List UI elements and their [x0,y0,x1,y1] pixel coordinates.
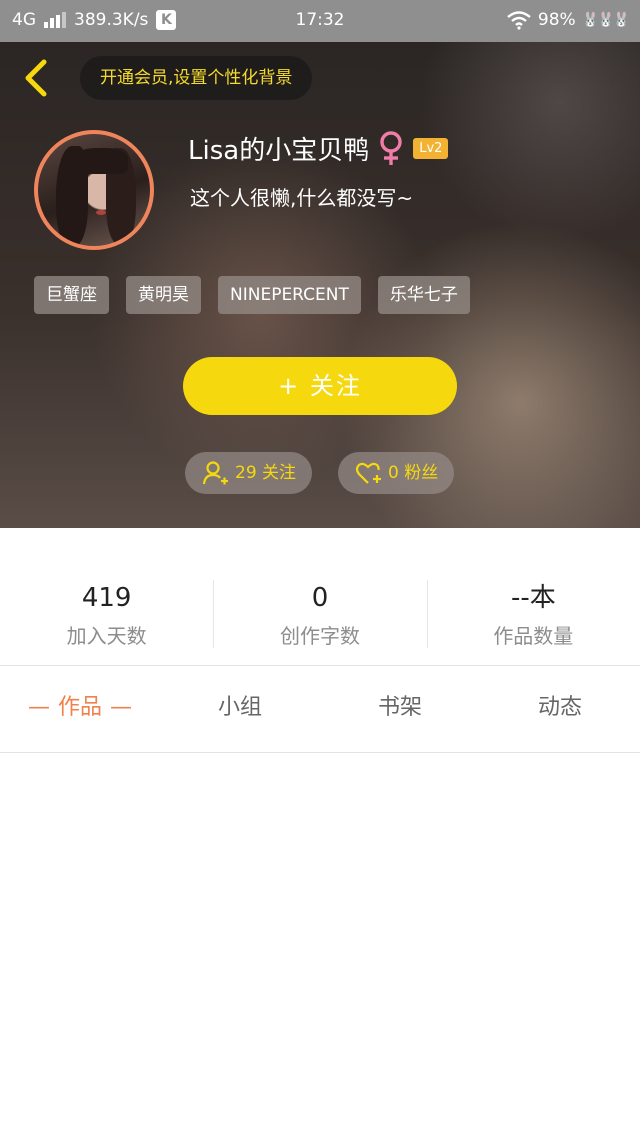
stat-label: 加入天数 [66,624,147,648]
bio-text: 这个人很懒,什么都没写~ [190,186,414,210]
stat-word-count: 0 创作字数 [213,528,426,665]
following-count: 29 关注 [235,463,297,483]
content-area [0,754,640,1138]
tag[interactable]: NINEPERCENT [218,276,361,314]
tag[interactable]: 黄明昊 [126,276,201,314]
female-icon [380,130,402,165]
stats-row: 419 加入天数 0 创作字数 --本 作品数量 [0,528,640,666]
tab-groups[interactable]: 小组 [160,666,320,752]
tag[interactable]: 巨蟹座 [34,276,109,314]
stat-value: --本 [510,583,556,613]
profile-header: 开通会员,设置个性化背景 Lisa的小宝贝鸭 Lv2 这个人很懒,什么都没写~ … [0,42,640,528]
username: Lisa的小宝贝鸭 [188,136,370,166]
status-right: 98% 🐰🐰🐰 [506,10,630,30]
back-chevron-icon[interactable] [18,56,54,100]
fans-count: 0 粉丝 [388,463,439,483]
follow-person-icon [202,461,228,485]
fans-count-button[interactable]: 0 粉丝 [338,452,455,494]
follow-button[interactable]: + 关注 [183,357,457,415]
avatar[interactable] [34,130,154,250]
profile-tabs: 作品 小组 书架 动态 [0,666,640,753]
stat-label: 创作字数 [279,624,360,648]
heart-plus-icon [355,462,381,484]
status-bar: 4G 389.3K/s K 17:32 98% 🐰🐰🐰 [0,0,640,42]
stat-value: 419 [81,583,132,613]
battery-bunny-icon: 🐰🐰🐰 [581,12,630,28]
tab-activity[interactable]: 动态 [480,666,640,752]
stat-works-count: --本 作品数量 [426,528,640,665]
tab-works[interactable]: 作品 [0,666,160,752]
battery-level: 98% [537,10,576,30]
tag[interactable]: 乐华七子 [377,276,470,314]
tab-bookshelf[interactable]: 书架 [320,666,480,752]
stat-value: 0 [311,583,329,613]
stat-label: 作品数量 [493,624,574,648]
vip-background-prompt[interactable]: 开通会员,设置个性化背景 [80,56,313,100]
tag-list: 巨蟹座 黄明昊 NINEPERCENT 乐华七子 [34,276,470,314]
username-row: Lisa的小宝贝鸭 Lv2 [188,130,449,167]
stat-join-days: 419 加入天数 [0,528,213,665]
level-badge: Lv2 [413,138,449,159]
wifi-icon [507,11,531,30]
following-count-button[interactable]: 29 关注 [185,452,313,494]
